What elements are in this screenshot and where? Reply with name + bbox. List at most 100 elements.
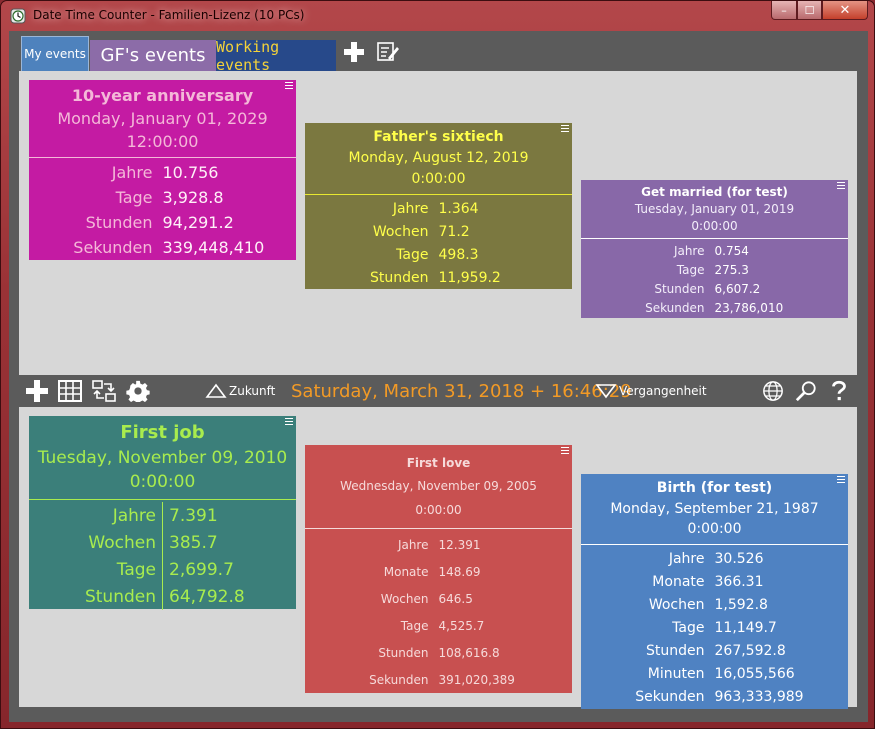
counter-value: 11,149.7 bbox=[714, 619, 777, 636]
counter-row: Jahre 12.391 bbox=[305, 531, 572, 558]
counter-unit: Sekunden bbox=[645, 300, 705, 315]
counter-value: 16,055,566 bbox=[714, 665, 795, 682]
counter-unit: Minuten bbox=[647, 665, 705, 682]
triangle-up-icon[interactable] bbox=[205, 380, 227, 402]
tab-working-events[interactable]: Working events bbox=[216, 38, 336, 74]
card-time: 0:00:00 bbox=[691, 218, 738, 233]
counter-value: 267,592.8 bbox=[714, 642, 786, 659]
counter-row: Wochen 385.7 bbox=[29, 529, 296, 556]
past-label[interactable]: Vergangenheit bbox=[619, 375, 707, 407]
card-title: Birth (for test) bbox=[656, 479, 773, 496]
event-card[interactable]: Get married (for test) Tuesday, January 0… bbox=[581, 180, 848, 318]
close-button[interactable]: ✕ bbox=[822, 1, 868, 20]
counter-row: Stunden 64,792.8 bbox=[29, 583, 296, 610]
counter-row: Tage 11,149.7 bbox=[581, 616, 848, 639]
counter-unit: Wochen bbox=[29, 529, 163, 556]
counter-row: Monate 148.69 bbox=[305, 558, 572, 585]
counter-row: Stunden 108,616.8 bbox=[305, 639, 572, 666]
counter-unit: Monate bbox=[652, 573, 705, 590]
counter-unit: Sekunden bbox=[635, 688, 705, 705]
counter-value: 0.754 bbox=[714, 243, 749, 258]
counter-unit: Sekunden bbox=[369, 672, 429, 687]
counter-unit: Stunden bbox=[654, 281, 705, 296]
card-menu-icon[interactable] bbox=[285, 418, 293, 425]
card-divider bbox=[305, 194, 572, 195]
counter-value: 108,616.8 bbox=[438, 645, 500, 660]
counter-unit: Wochen bbox=[380, 591, 429, 606]
counter-value: 366.31 bbox=[714, 573, 764, 590]
card-menu-icon[interactable] bbox=[837, 182, 845, 189]
card-divider bbox=[581, 238, 848, 239]
add-tab-icon[interactable] bbox=[343, 41, 365, 63]
counter-unit: Tage bbox=[396, 246, 429, 263]
gear-icon[interactable] bbox=[126, 380, 150, 402]
current-datetime: Saturday, March 31, 2018 + 16:46:29 bbox=[291, 380, 632, 402]
counter-unit: Stunden bbox=[378, 645, 429, 660]
event-card[interactable]: First love Wednesday, November 09, 2005 0:… bbox=[305, 445, 572, 693]
card-divider bbox=[581, 544, 848, 545]
counter-value: 3,928.8 bbox=[162, 188, 224, 207]
counter-unit: Wochen bbox=[372, 223, 429, 240]
event-card[interactable]: 10-year anniversary Monday, January 01, 2… bbox=[29, 80, 296, 260]
card-date: Monday, August 12, 2019 bbox=[348, 150, 529, 167]
app-window: Date Time Counter - Familien-Lizenz (10 … bbox=[0, 0, 875, 729]
tab-gf-events[interactable]: GF's events bbox=[90, 40, 216, 71]
counter-row: Monate 366.31 bbox=[581, 570, 848, 593]
counter-value: 963,333,989 bbox=[714, 688, 804, 705]
help-icon[interactable] bbox=[829, 380, 849, 402]
counter-row: Sekunden 23,786,010 bbox=[581, 298, 848, 317]
card-menu-icon[interactable] bbox=[837, 476, 845, 483]
card-header: Get married (for test) Tuesday, January 0… bbox=[581, 180, 848, 238]
tab-my-events[interactable]: My events bbox=[21, 36, 89, 71]
counter-unit: Wochen bbox=[648, 596, 705, 613]
counter-value: 391,020,389 bbox=[438, 672, 515, 687]
swap-icon[interactable] bbox=[92, 380, 116, 402]
add-event-icon[interactable] bbox=[25, 380, 49, 402]
maximize-button[interactable]: ☐ bbox=[797, 1, 822, 20]
client-area: My events GF's events Working events Zuk… bbox=[9, 31, 868, 722]
card-menu-icon[interactable] bbox=[561, 447, 569, 454]
counter-row: Stunden 94,291.2 bbox=[29, 210, 296, 235]
counter-unit: Jahre bbox=[673, 243, 705, 258]
counter-row: Sekunden 339,448,410 bbox=[29, 235, 296, 260]
card-header: Father's sixtiech Monday, August 12, 2019… bbox=[305, 123, 572, 194]
counter-unit: Jahre bbox=[29, 502, 163, 529]
counter-unit: Jahre bbox=[397, 537, 429, 552]
minimize-button[interactable]: – bbox=[771, 1, 797, 20]
window-title: Date Time Counter - Familien-Lizenz (10 … bbox=[33, 8, 305, 22]
counter-row: Tage 3,928.8 bbox=[29, 185, 296, 210]
counter-value: 10.756 bbox=[162, 163, 219, 182]
counter-row: Jahre 0.754 bbox=[581, 241, 848, 260]
counter-unit: Tage bbox=[400, 618, 429, 633]
card-date: Monday, September 21, 1987 bbox=[610, 500, 819, 517]
edit-tab-icon[interactable] bbox=[376, 41, 400, 63]
counter-row: Jahre 1.364 bbox=[305, 197, 572, 220]
card-title: 10-year anniversary bbox=[71, 85, 254, 105]
event-card[interactable]: First job Tuesday, November 09, 2010 0:00:… bbox=[29, 416, 296, 610]
card-title: First love bbox=[406, 455, 471, 470]
counter-value: 7.391 bbox=[169, 505, 218, 526]
card-counters: Jahre 12.391 Monate 148.69 Wochen 646.5 Tage 4,… bbox=[305, 531, 572, 693]
card-counters: Jahre 0.754 Tage 275.3 Stunden 6,607.2 Sekunde… bbox=[581, 241, 848, 317]
triangle-down-icon[interactable] bbox=[595, 380, 617, 402]
counter-row: Tage 498.3 bbox=[305, 243, 572, 266]
counter-value: 148.69 bbox=[438, 564, 481, 579]
counter-row: Wochen 1,592.8 bbox=[581, 593, 848, 616]
app-clock-icon bbox=[10, 8, 26, 24]
card-menu-icon[interactable] bbox=[561, 125, 569, 132]
counter-value: 339,448,410 bbox=[162, 238, 265, 257]
counter-value: 30.526 bbox=[714, 550, 764, 567]
event-card[interactable]: Birth (for test) Monday, September 21, 19… bbox=[581, 474, 848, 709]
card-time: 0:00:00 bbox=[687, 521, 742, 538]
title-bar[interactable]: Date Time Counter - Familien-Lizenz (10 … bbox=[1, 1, 874, 31]
grid-view-icon[interactable] bbox=[58, 380, 82, 402]
counter-row: Tage 2,699.7 bbox=[29, 556, 296, 583]
card-header: 10-year anniversary Monday, January 01, 2… bbox=[29, 80, 296, 157]
search-icon[interactable] bbox=[794, 380, 818, 402]
counter-value: 64,792.8 bbox=[169, 586, 245, 607]
event-card[interactable]: Father's sixtiech Monday, August 12, 2019… bbox=[305, 123, 572, 289]
card-menu-icon[interactable] bbox=[285, 82, 293, 89]
future-label[interactable]: Zukunft bbox=[229, 375, 275, 407]
globe-icon[interactable] bbox=[761, 380, 785, 402]
counter-row: Wochen 71.2 bbox=[305, 220, 572, 243]
